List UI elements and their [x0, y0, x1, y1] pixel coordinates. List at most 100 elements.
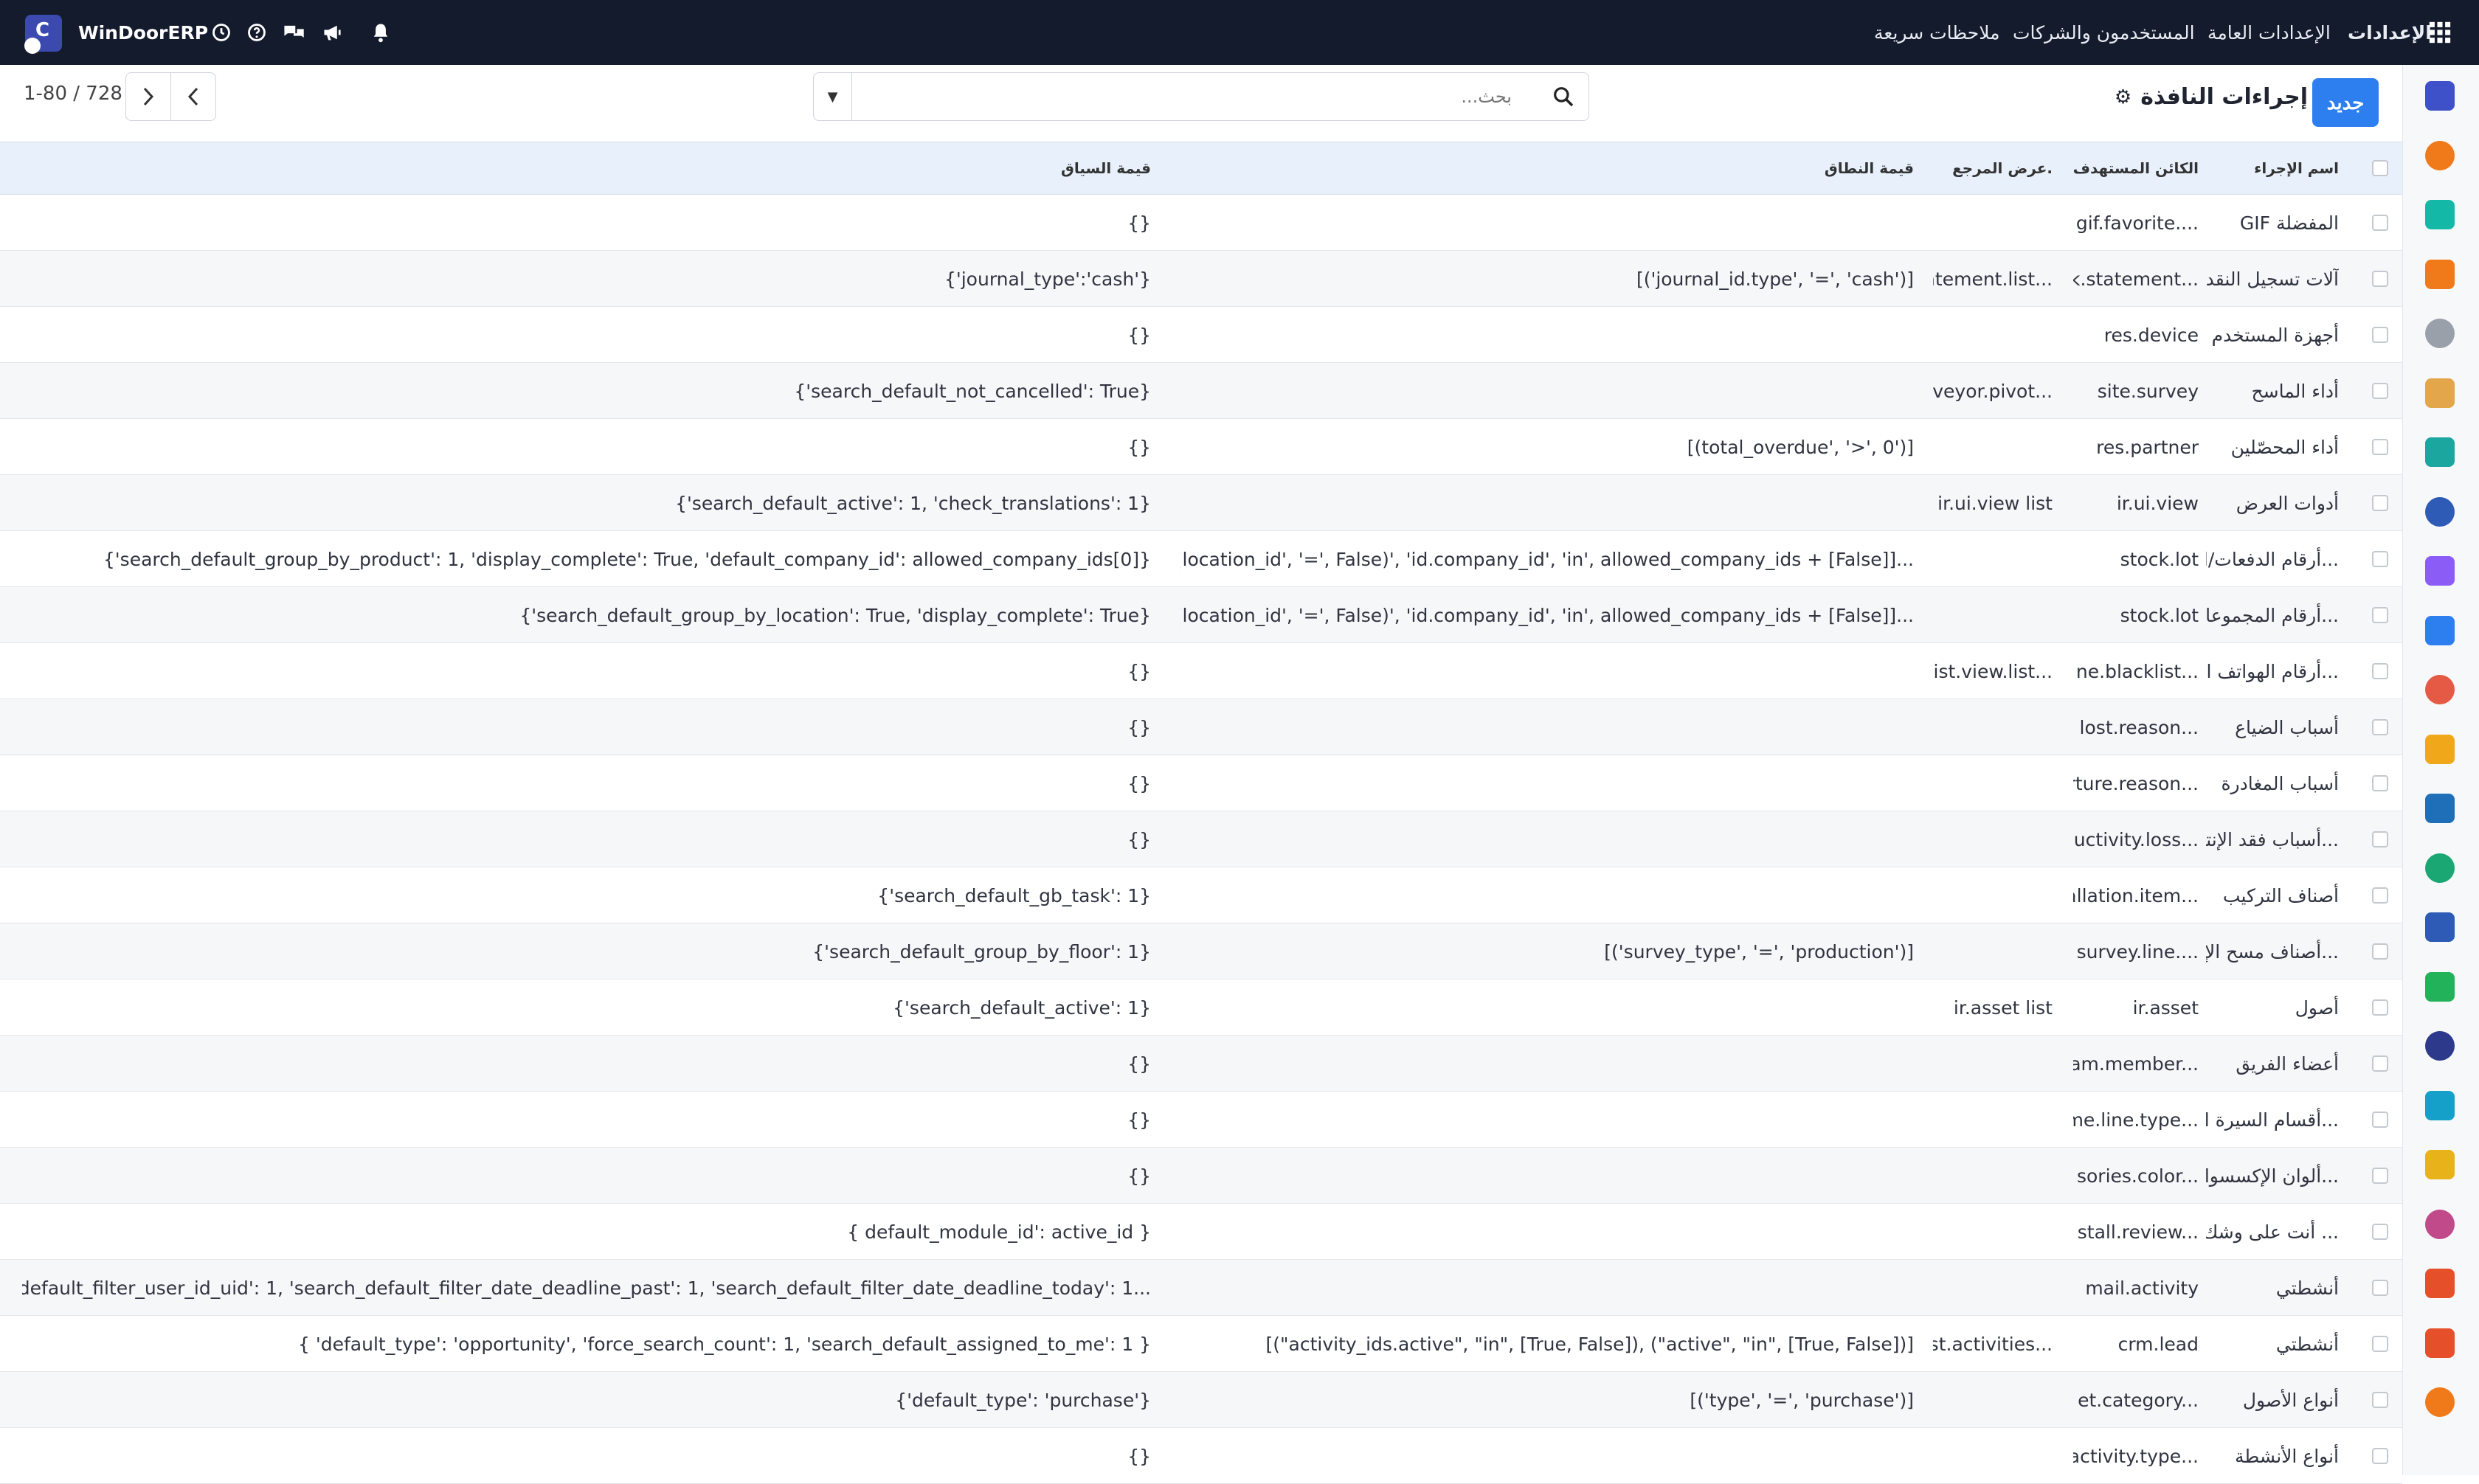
column-header-name[interactable]: اسم الإجراء — [2206, 142, 2339, 194]
whatsapp-app-icon[interactable] — [2425, 971, 2455, 1002]
help-icon[interactable] — [246, 0, 267, 65]
table-row[interactable]: GIF المفضلة gif.favorite.... {} — [0, 195, 2402, 251]
cell-action-name: أنواع الأنشطة — [2234, 1445, 2339, 1467]
pie-app-icon[interactable] — [2425, 1328, 2455, 1358]
row-checkbox[interactable] — [2372, 215, 2388, 231]
table-row[interactable]: آلات تسجيل النقد k.statement... tatement.l… — [0, 251, 2402, 307]
contact-app-icon[interactable] — [2425, 853, 2455, 883]
row-checkbox[interactable] — [2372, 1280, 2388, 1296]
pager-next-button[interactable] — [125, 72, 171, 121]
table-row[interactable]: أنواع الأنشطة activity.type... {} — [0, 1428, 2402, 1484]
company-name[interactable]: WinDoorERP — [78, 0, 208, 65]
row-checkbox[interactable] — [2372, 551, 2388, 567]
pager-value[interactable]: 1-80 / 728 — [24, 83, 122, 105]
select-all-checkbox[interactable] — [2372, 160, 2388, 176]
table-row[interactable]: أجهزة المستخدم res.device {} — [0, 307, 2402, 363]
page-title: إجراءات النافذة — [2140, 84, 2308, 110]
row-checkbox[interactable] — [2372, 607, 2388, 623]
hexagon-app-icon[interactable] — [2425, 1387, 2455, 1417]
table-row[interactable]: أسباب المغادرة rture.reason... {} — [0, 755, 2402, 811]
apps-grid-icon[interactable] — [2427, 0, 2452, 65]
gear-icon[interactable]: ⚙ — [2115, 86, 2131, 108]
bell-icon[interactable] — [370, 0, 391, 65]
row-checkbox[interactable] — [2372, 1336, 2388, 1352]
clock-app-icon[interactable] — [2425, 1031, 2455, 1061]
row-checkbox[interactable] — [2372, 1448, 2388, 1464]
megaphone-icon[interactable] — [322, 0, 344, 65]
book-app-icon[interactable] — [2425, 496, 2455, 527]
wave-app-icon[interactable] — [2425, 1090, 2455, 1120]
cell-context-value: { 'default_type': 'opportunity', 'force_… — [298, 1333, 1151, 1355]
table-row[interactable]: أنواع الأصول et.category... [('type', '=',… — [0, 1372, 2402, 1428]
cell-context-value: {'search_default_not_cancelled': True} — [794, 380, 1151, 402]
column-header-model[interactable]: الكائن المستهدف — [2073, 142, 2199, 194]
document-app-icon[interactable] — [2425, 615, 2455, 645]
row-checkbox[interactable] — [2372, 1055, 2388, 1072]
row-checkbox[interactable] — [2372, 775, 2388, 791]
check-app-icon[interactable] — [2425, 437, 2455, 467]
clock-icon[interactable] — [211, 0, 232, 65]
table-row[interactable]: أداء المحصّلين res.partner [(total_overdue… — [0, 419, 2402, 475]
row-checkbox[interactable] — [2372, 271, 2388, 287]
package-app-icon[interactable] — [2425, 556, 2455, 586]
column-header-context[interactable]: قيمة السياق — [22, 142, 1151, 194]
column-header-domain[interactable]: قيمة النطاق — [1180, 142, 1914, 194]
row-checkbox[interactable] — [2372, 1224, 2388, 1240]
table-row[interactable]: أرقام المجموعا... stock.lot ['|', (locatio… — [0, 587, 2402, 643]
photo-app-icon[interactable] — [2425, 378, 2455, 408]
column-header-view[interactable]: عرض المرجع. — [1933, 142, 2053, 194]
search-input[interactable] — [855, 73, 1519, 120]
cube-app-icon[interactable] — [2425, 1269, 2455, 1298]
table-row[interactable]: أصول ir.asset ir.asset list {'search_defaul… — [0, 979, 2402, 1036]
table-row[interactable]: ألوان الإكسسوار... sories.color... {} — [0, 1148, 2402, 1204]
m-app-icon[interactable] — [2425, 81, 2455, 111]
teal-chevron-app-icon[interactable] — [2425, 200, 2455, 229]
table-row[interactable]: أنت على وشك ... stall.review... { default_… — [0, 1204, 2402, 1260]
row-checkbox[interactable] — [2372, 719, 2388, 735]
box-app-icon[interactable] — [2425, 319, 2455, 348]
row-checkbox[interactable] — [2372, 887, 2388, 904]
table-row[interactable]: أدوات العرض ir.ui.view ir.ui.view list {'se… — [0, 475, 2402, 531]
row-checkbox[interactable] — [2372, 327, 2388, 343]
row-checkbox[interactable] — [2372, 1168, 2388, 1184]
row-checkbox[interactable] — [2372, 1112, 2388, 1128]
row-checkbox[interactable] — [2372, 1392, 2388, 1408]
menu-users-companies[interactable]: المستخدمون والشركات — [2013, 0, 2195, 65]
app-name[interactable]: الإعدادات — [2348, 0, 2432, 65]
pager-previous-button[interactable] — [170, 72, 216, 121]
table-row[interactable]: أعضاء الفريق am.member... {} — [0, 1036, 2402, 1092]
table-row[interactable]: أداء الماسح site.survey rveyor.pivot... {'s… — [0, 363, 2402, 419]
table-row[interactable]: أنشطتي mail.activity { 'search_default_fil… — [0, 1260, 2402, 1316]
row-checkbox[interactable] — [2372, 831, 2388, 847]
new-button[interactable]: جديد — [2312, 78, 2379, 127]
row-checkbox[interactable] — [2372, 999, 2388, 1016]
menu-general-settings[interactable]: الإعدادات العامة — [2207, 0, 2331, 65]
row-checkbox[interactable] — [2372, 495, 2388, 511]
calendar-app-icon[interactable] — [2425, 734, 2455, 764]
dashboard-app-icon[interactable] — [2425, 912, 2455, 942]
bar-chart-app-icon[interactable] — [2425, 259, 2455, 289]
menu-quick-notes[interactable]: ملاحظات سريعة — [1874, 0, 2000, 65]
search-icon[interactable] — [1552, 85, 1575, 108]
chat-bubble-app-icon[interactable] — [2425, 140, 2455, 170]
table-row[interactable]: أصناف التركيب allation.item... {'search_de… — [0, 867, 2402, 923]
table-row[interactable]: أسباب الضياع lost.reason... {} — [0, 699, 2402, 755]
stripes-app-icon[interactable] — [2425, 1209, 2455, 1239]
cell-view-ref — [1933, 923, 2053, 979]
table-row[interactable]: أرقام الهواتف ال... ne.blacklist... list.v… — [0, 643, 2402, 699]
row-checkbox[interactable] — [2372, 383, 2388, 399]
discuss-icon[interactable] — [282, 0, 305, 65]
cell-target-model: crm.lead — [2117, 1333, 2199, 1355]
table-row[interactable]: أنشطتي crm.lead ist.activities... [("activi… — [0, 1316, 2402, 1372]
send-app-icon[interactable] — [2425, 1150, 2455, 1179]
search-options-toggle[interactable]: ▼ — [814, 73, 852, 120]
row-checkbox[interactable] — [2372, 943, 2388, 960]
table-row[interactable]: أسباب فقد الإنتا... uctivity.loss... {} — [0, 811, 2402, 867]
table-row[interactable]: أصناف مسح الإ... survey.line.... [('survey… — [0, 923, 2402, 979]
row-checkbox[interactable] — [2372, 663, 2388, 679]
pen-app-icon[interactable] — [2425, 794, 2455, 823]
table-row[interactable]: أقسام السيرة ال... me.line.type... {} — [0, 1092, 2402, 1148]
people-app-icon[interactable] — [2425, 675, 2455, 704]
row-checkbox[interactable] — [2372, 439, 2388, 455]
table-row[interactable]: أرقام الدفعات/ا... stock.lot ['|', (locati… — [0, 531, 2402, 587]
